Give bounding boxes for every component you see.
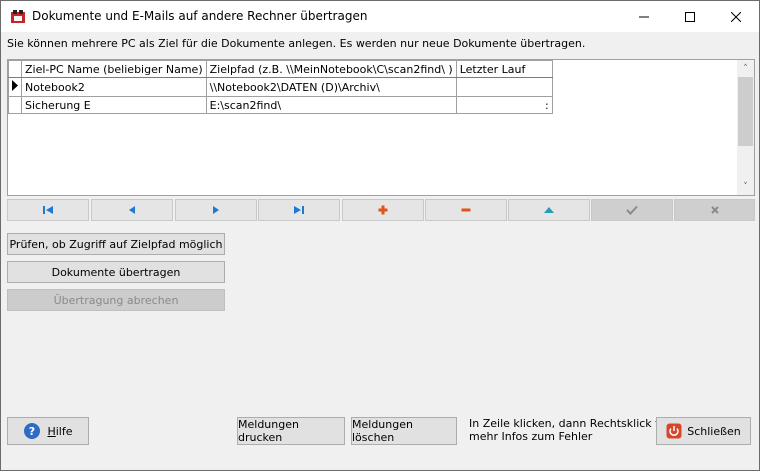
row-indicator [8,96,22,114]
title-bar: Dokumente und E-Mails auf andere Rechner… [1,1,759,32]
cell-name[interactable]: Notebook2 [21,77,207,97]
maximize-icon [685,11,695,22]
help-label: Hilfe [47,425,72,438]
table-row[interactable]: Sicherung E E:\scan2find\ : [8,96,553,114]
check-access-button[interactable]: Prüfen, ob Zugriff auf Zielpfad möglich [7,233,225,255]
nav-delete-button[interactable] [425,199,507,221]
scroll-up-icon[interactable]: ˄ [737,60,754,77]
target-pc-grid[interactable]: Ziel-PC Name (beliebiger Name) Zielpfad … [7,59,755,196]
hint-text: Sie können mehrere PC als Ziel für die D… [7,37,586,50]
dialog-window: Dokumente und E-Mails auf andere Rechner… [0,0,760,471]
column-header-path[interactable]: Zielpfad (z.B. \\MeinNotebook\C\scan2fin… [205,60,457,78]
header-row: Ziel-PC Name (beliebiger Name) Zielpfad … [8,60,553,78]
prior-record-icon [129,206,135,214]
x-icon [710,206,719,214]
power-icon [666,423,682,439]
abort-transfer-button: Übertragung abrechen [7,289,225,311]
help-label-rest: ilfe [55,424,73,438]
close-label: Schließen [687,424,741,438]
nav-post-button[interactable] [591,199,673,221]
close-button[interactable]: Schließen [656,417,751,445]
close-window-button[interactable] [713,1,759,32]
triangle-up-icon [544,207,554,213]
nav-first-button[interactable] [7,199,89,221]
print-messages-button[interactable]: Meldungen drucken [237,417,345,445]
help-icon: ? [24,423,41,439]
svg-text:?: ? [29,425,35,438]
nav-prior-button[interactable] [91,199,173,221]
next-record-icon [213,206,219,214]
current-row-arrow-icon [12,80,18,91]
cell-path[interactable]: \\Notebook2\DATEN (D)\Archiv\ [205,77,457,97]
scroll-down-icon[interactable]: ˅ [737,178,754,195]
minimize-icon [639,16,649,17]
last-record-icon [294,206,304,214]
grid-table: Ziel-PC Name (beliebiger Name) Zielpfad … [8,60,553,114]
transfer-documents-button[interactable]: Dokumente übertragen [7,261,225,283]
first-record-icon [43,206,53,214]
nav-last-button[interactable] [258,199,340,221]
nav-next-button[interactable] [175,199,257,221]
table-row[interactable]: Notebook2 \\Notebook2\DATEN (D)\Archiv\ [8,77,553,97]
help-button[interactable]: ? Hilfe [7,417,89,445]
app-icon [11,10,25,23]
scroll-thumb[interactable] [738,77,753,146]
minimize-button[interactable] [621,1,667,32]
column-header-name[interactable]: Ziel-PC Name (beliebiger Name) [21,60,207,78]
nav-cancel-button[interactable] [674,199,755,221]
indicator-header [8,60,22,78]
footer-note: In Zeile klicken, dann Rechtsklick für m… [469,417,671,443]
help-label-accelerator: H [47,424,56,438]
plus-icon [378,205,388,215]
check-icon [626,205,638,215]
nav-edit-button[interactable] [508,199,590,221]
column-header-last-run[interactable]: Letzter Lauf [455,60,553,78]
db-navigator [7,199,755,221]
vertical-scrollbar[interactable]: ˄ ˅ [737,60,754,195]
minus-icon [461,208,471,212]
delete-messages-button[interactable]: Meldungen löschen [351,417,457,445]
row-indicator [8,77,22,97]
cell-last-run[interactable] [455,77,553,97]
window-title: Dokumente und E-Mails auf andere Rechner… [32,9,368,23]
cell-last-run[interactable]: : [455,96,553,114]
nav-insert-button[interactable] [342,199,424,221]
close-icon [731,11,741,22]
cell-name[interactable]: Sicherung E [21,96,207,114]
footer-note-line-1: In Zeile klicken, dann Rechtsklick für [469,417,671,430]
maximize-button[interactable] [667,1,713,32]
footer-note-line-2: mehr Infos zum Fehler [469,430,593,443]
cell-path[interactable]: E:\scan2find\ [205,96,457,114]
